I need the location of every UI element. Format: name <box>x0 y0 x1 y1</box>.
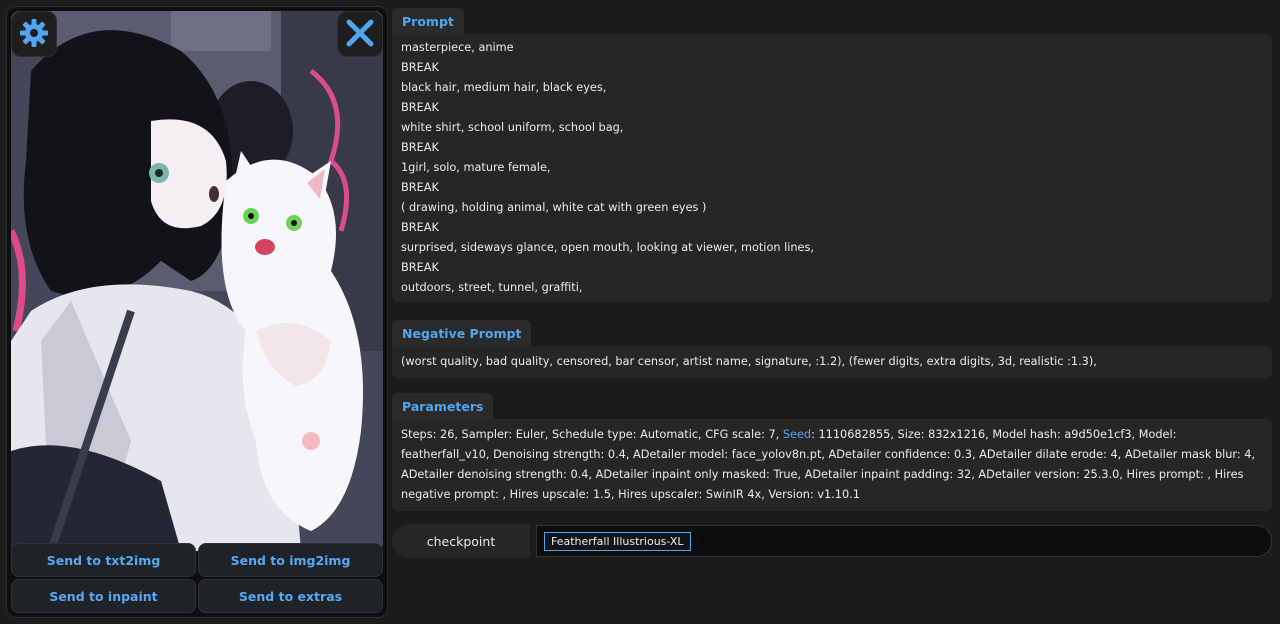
negative-prompt-label: Negative Prompt <box>392 320 532 346</box>
send-buttons: Send to txt2img Send to img2img Send to … <box>11 543 383 613</box>
prompt-line: BREAK <box>401 101 439 114</box>
generated-image <box>11 11 383 551</box>
prompt-section: Prompt masterpiece, anime BREAK black ha… <box>392 8 1272 302</box>
prompt-line: BREAK <box>401 181 439 194</box>
checkpoint-value[interactable]: Featherfall Illustrious-XL <box>544 531 691 551</box>
prompt-line: BREAK <box>401 141 439 154</box>
send-to-extras-button[interactable]: Send to extras <box>198 579 383 613</box>
prompt-line: white shirt, school uniform, school bag, <box>401 121 624 134</box>
prompt-line: outdoors, street, tunnel, graffiti, <box>401 281 583 294</box>
prompt-text[interactable]: masterpiece, anime BREAK black hair, med… <box>392 34 1272 302</box>
prompt-label: Prompt <box>392 8 464 34</box>
settings-button[interactable] <box>11 11 57 57</box>
seed-link[interactable]: Seed <box>783 428 811 441</box>
parameters-text[interactable]: Steps: 26, Sampler: Euler, Schedule type… <box>392 419 1272 511</box>
send-to-txt2img-button[interactable]: Send to txt2img <box>11 543 196 577</box>
send-to-inpaint-button[interactable]: Send to inpaint <box>11 579 196 613</box>
prompt-line: BREAK <box>401 261 439 274</box>
close-button[interactable] <box>337 11 383 57</box>
image-preview-panel: Send to txt2img Send to img2img Send to … <box>6 6 388 618</box>
checkpoint-row: checkpoint Featherfall Illustrious-XL <box>392 524 1272 558</box>
prompt-line: masterpiece, anime <box>401 41 514 54</box>
prompt-line: ( drawing, holding animal, white cat wit… <box>401 201 707 214</box>
prompt-line: surprised, sideways glance, open mouth, … <box>401 241 814 254</box>
parameters-label: Parameters <box>392 393 494 419</box>
prompt-line: BREAK <box>401 61 439 74</box>
checkpoint-label: checkpoint <box>392 524 530 558</box>
prompt-line: BREAK <box>401 221 439 234</box>
negative-prompt-section: Negative Prompt (worst quality, bad qual… <box>392 320 1272 378</box>
prompt-line: black hair, medium hair, black eyes, <box>401 81 607 94</box>
send-to-img2img-button[interactable]: Send to img2img <box>198 543 383 577</box>
close-icon <box>344 17 376 52</box>
parameters-section: Parameters Steps: 26, Sampler: Euler, Sc… <box>392 393 1272 511</box>
gear-icon <box>18 17 50 52</box>
checkpoint-field[interactable]: Featherfall Illustrious-XL <box>536 525 1272 557</box>
negative-prompt-text[interactable]: (worst quality, bad quality, censored, b… <box>392 346 1272 378</box>
parameters-text-start: Steps: 26, Sampler: Euler, Schedule type… <box>401 428 783 441</box>
prompt-line: 1girl, solo, mature female, <box>401 161 551 174</box>
